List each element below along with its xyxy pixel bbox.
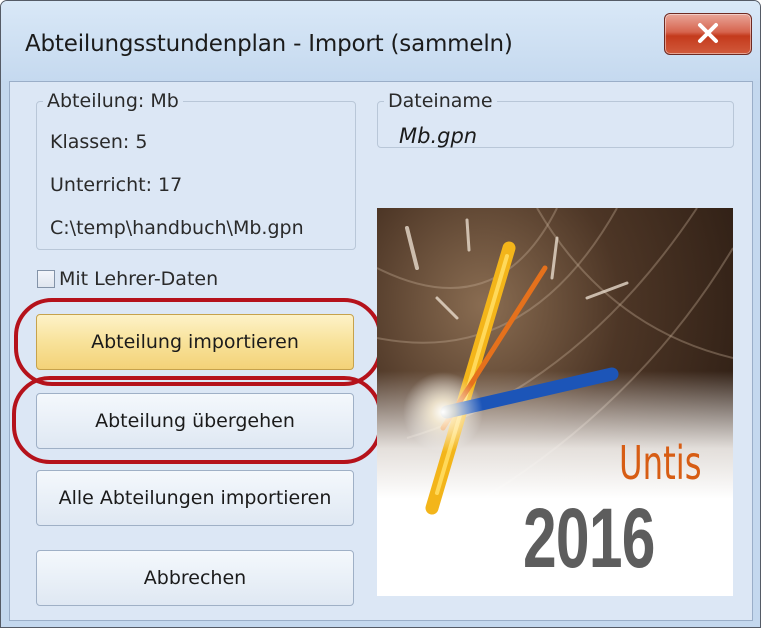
lessons-count: Unterricht: 17 bbox=[50, 174, 183, 196]
import-all-departments-button[interactable]: Alle Abteilungen importieren bbox=[36, 470, 354, 526]
department-legend: Abteilung: Mb bbox=[47, 90, 179, 112]
file-path: C:\temp\handbuch\Mb.gpn bbox=[50, 217, 304, 239]
untis-logo: Untis 2016 bbox=[377, 208, 733, 596]
close-x-icon bbox=[698, 23, 718, 43]
product-name: Untis bbox=[619, 436, 702, 490]
skip-department-button[interactable]: Abteilung übergehen bbox=[36, 393, 354, 449]
dialog-client-area: Abteilung: Mb Klassen: 5 Unterricht: 17 … bbox=[9, 81, 753, 621]
close-button[interactable] bbox=[664, 13, 752, 55]
import-department-button[interactable]: Abteilung importieren bbox=[36, 314, 354, 370]
filename-value: Mb.gpn bbox=[399, 124, 478, 148]
cancel-button[interactable]: Abbrechen bbox=[36, 550, 354, 606]
title-bar[interactable]: Abteilungsstundenplan - Import (sammeln) bbox=[1, 1, 760, 81]
teacher-data-label[interactable]: Mit Lehrer-Daten bbox=[59, 268, 218, 290]
classes-count: Klassen: 5 bbox=[50, 131, 148, 153]
checkbox-icon[interactable] bbox=[37, 270, 55, 288]
import-dialog-window: Abteilungsstundenplan - Import (sammeln)… bbox=[0, 0, 761, 628]
window-title: Abteilungsstundenplan - Import (sammeln) bbox=[25, 31, 513, 57]
filename-legend: Dateiname bbox=[388, 90, 493, 112]
product-year: 2016 bbox=[523, 491, 655, 585]
